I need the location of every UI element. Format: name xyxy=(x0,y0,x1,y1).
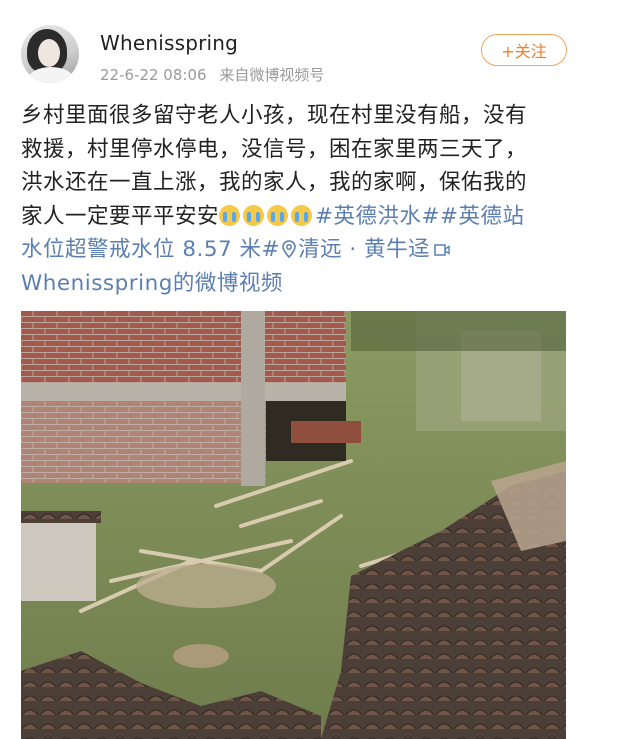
location-pin-icon xyxy=(282,240,296,258)
crying-emoji-icon xyxy=(243,204,265,226)
post-text-line: 水位超警戒水位 8.57 米# 清远 · 黄牛迳 xyxy=(21,233,566,267)
post-source[interactable]: 来自微博视频号 xyxy=(219,66,324,84)
username[interactable]: Whenisspring xyxy=(100,31,238,55)
post-text-line: 家人一定要平平安安 #英德洪水##英德站 xyxy=(21,203,525,229)
crying-emoji-icon xyxy=(219,204,241,226)
post-text-line: 乡村里面很多留守老人小孩，现在村里没有船，没有 xyxy=(21,103,528,128)
crying-emoji-icon xyxy=(291,204,313,226)
post-meta: 22-6-22 08:06 来自微博视频号 xyxy=(100,64,324,85)
topic-link[interactable]: 水位超警戒水位 8.57 米# xyxy=(21,237,280,262)
flood-scene-image xyxy=(21,311,566,739)
post-text-line: 救援，村里停水停电，没信号，困在家里两三天了， xyxy=(21,136,528,162)
crying-emoji-icon xyxy=(267,204,289,226)
topic-link[interactable]: #英德洪水# xyxy=(315,204,440,229)
timestamp: 22-6-22 08:06 xyxy=(100,66,207,84)
location-link[interactable]: 清远 · 黄牛迳 xyxy=(298,237,430,262)
video-icon xyxy=(434,244,450,256)
avatar[interactable] xyxy=(21,25,79,83)
topic-link[interactable]: #英德站 xyxy=(440,204,525,229)
video-link[interactable]: Whenisspring的微博视频 xyxy=(21,271,283,296)
flood-photo[interactable] xyxy=(21,311,566,739)
post-text-line: 洪水还在一直上涨，我的家人，我的家啊，保佑我的 xyxy=(21,170,528,195)
follow-button[interactable]: +关注 xyxy=(481,34,567,66)
post-text: 乡村里面很多留守老人小孩，现在村里没有船，没有 救援，村里停水停电，没信号，困在… xyxy=(21,99,566,300)
post-text-line: Whenisspring的微博视频 xyxy=(21,267,566,301)
